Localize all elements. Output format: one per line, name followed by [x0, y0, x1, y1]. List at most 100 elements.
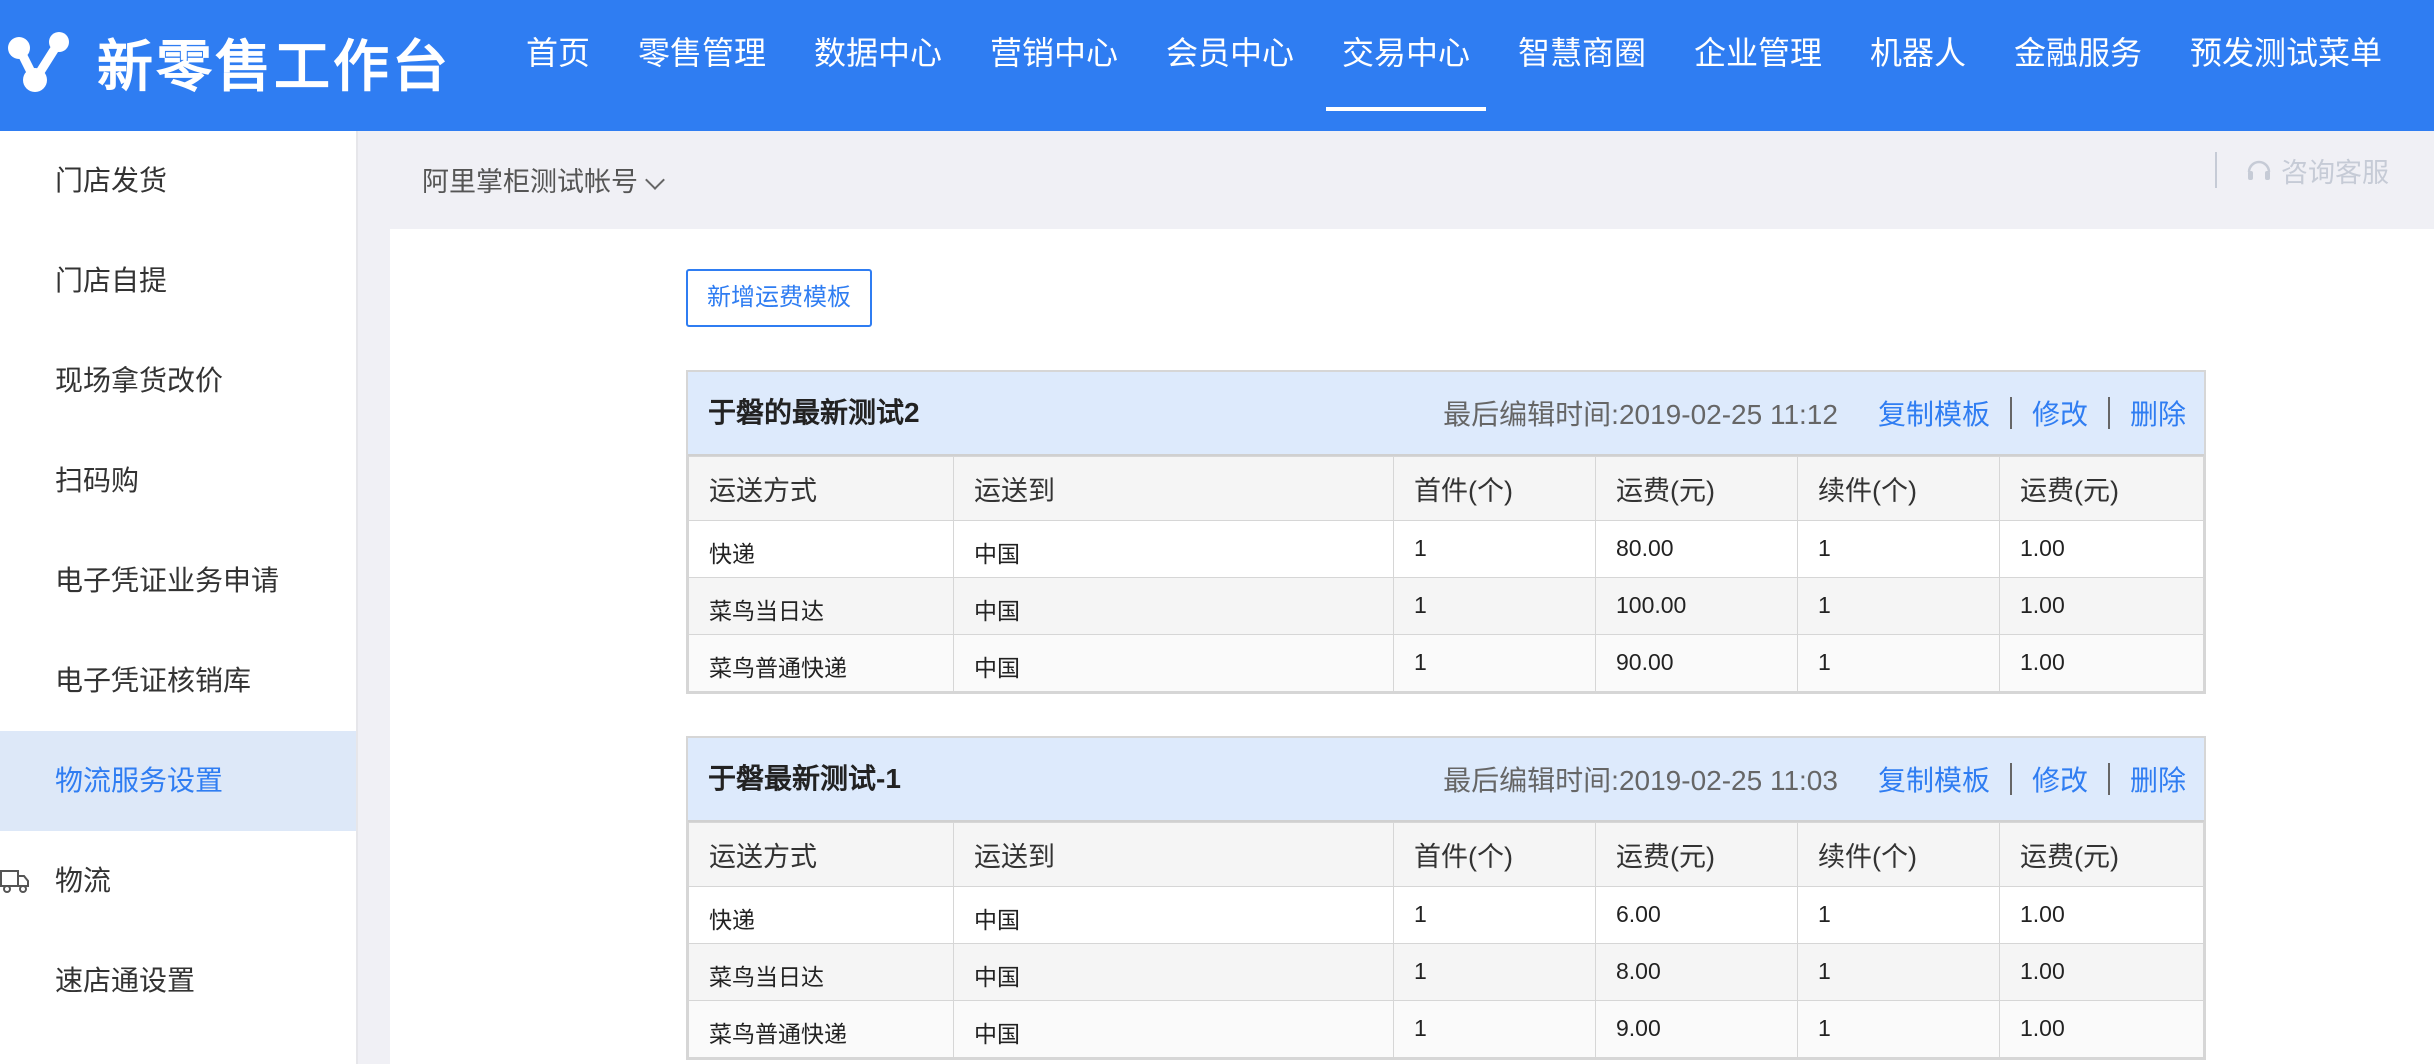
table-cell: 1.00 [1999, 943, 2204, 1001]
last-edited-time: 最后编辑时间:2019-02-25 11:12 [1443, 399, 1838, 430]
table-cell: 1 [1393, 1000, 1596, 1058]
table-cell: 1 [1393, 520, 1596, 578]
last-edited-time: 最后编辑时间:2019-02-25 11:03 [1443, 765, 1838, 796]
column-header: 首件(个) [1393, 456, 1596, 521]
table-cell: 80.00 [1595, 520, 1798, 578]
divider [2107, 763, 2110, 795]
sidebar-item-scan-to-buy[interactable]: 扫码购 [0, 431, 356, 531]
copy-template-link[interactable]: 复制模板 [1878, 393, 1990, 433]
table-cell: 1 [1797, 1000, 2000, 1058]
account-name: 阿里掌柜测试帐号 [422, 167, 638, 197]
nav-item-home[interactable]: 首页 [526, 0, 590, 131]
column-header: 运送方式 [688, 456, 954, 521]
edit-template-link[interactable]: 修改 [2032, 393, 2088, 433]
sidebar-item-label: 扫码购 [55, 465, 140, 496]
column-header: 运费(元) [1595, 456, 1798, 521]
table-cell: 8.00 [1595, 943, 1798, 1001]
template-meta: 最后编辑时间:2019-02-25 11:12 复制模板 修改 删除 [1443, 372, 2186, 454]
add-shipping-template-button[interactable]: 新增运费模板 [686, 269, 872, 327]
sidebar-item-e-voucher-apply[interactable]: 电子凭证业务申请 [0, 531, 356, 631]
table-cell: 1 [1393, 943, 1596, 1001]
table-cell: 中国 [953, 634, 1394, 692]
table-row: 菜鸟普通快递 中国 1 9.00 1 1.00 [688, 1000, 2204, 1058]
sidebar-item-label: 物流服务设置 [55, 765, 224, 796]
table-cell: 中国 [953, 886, 1394, 944]
table-cell: 1.00 [1999, 577, 2204, 635]
copy-template-link[interactable]: 复制模板 [1878, 759, 1990, 799]
column-header: 运送到 [953, 822, 1394, 887]
nav-item-robot[interactable]: 机器人 [1870, 0, 1966, 131]
table-cell: 1 [1393, 634, 1596, 692]
table-cell: 菜鸟普通快递 [688, 634, 954, 692]
table-row: 菜鸟当日达 中国 1 100.00 1 1.00 [688, 577, 2204, 635]
sidebar-item-store-shipping[interactable]: 门店发货 [0, 131, 356, 231]
table-cell: 1 [1393, 577, 1596, 635]
column-header: 运费(元) [1595, 822, 1798, 887]
table-row: 快递 中国 1 80.00 1 1.00 [688, 520, 2204, 578]
table-cell: 菜鸟当日达 [688, 577, 954, 635]
sidebar-item-speed-store-settings[interactable]: 速店通设置 [0, 931, 356, 1031]
nav-item-data[interactable]: 数据中心 [814, 0, 942, 131]
table-cell: 1.00 [1999, 886, 2204, 944]
column-header: 续件(个) [1797, 822, 2000, 887]
sidebar-item-label: 电子凭证核销库 [55, 665, 252, 696]
sidebar: 门店发货 门店自提 现场拿货改价 扫码购 电子凭证业务申请 电子凭证核销库 物流… [0, 131, 358, 1064]
template-meta: 最后编辑时间:2019-02-25 11:03 复制模板 修改 删除 [1443, 738, 2186, 820]
logo-icon [8, 32, 69, 92]
sidebar-item-e-voucher-library[interactable]: 电子凭证核销库 [0, 631, 356, 731]
table-cell: 快递 [688, 520, 954, 578]
column-header: 运费(元) [1999, 456, 2204, 521]
nav-item-trade[interactable]: 交易中心 [1326, 0, 1486, 131]
table-header-row: 运送方式 运送到 首件(个) 运费(元) 续件(个) 运费(元) [688, 822, 2204, 887]
template-table: 运送方式 运送到 首件(个) 运费(元) 续件(个) 运费(元) 快递 中国 1… [688, 822, 2204, 1058]
table-cell: 菜鸟当日达 [688, 943, 954, 1001]
shipping-template-card: 于磐的最新测试2 最后编辑时间:2019-02-25 11:12 复制模板 修改… [686, 370, 2206, 694]
top-navigation-bar: 新零售工作台 首页 零售管理 数据中心 营销中心 会员中心 交易中心 智慧商圈 … [0, 0, 2434, 131]
divider [2215, 152, 2217, 188]
template-name: 于磐的最新测试2 [708, 397, 920, 428]
table-header-row: 运送方式 运送到 首件(个) 运费(元) 续件(个) 运费(元) [688, 456, 2204, 521]
nav-item-pre-release-test[interactable]: 预发测试菜单 [2190, 0, 2382, 131]
account-selector[interactable]: 阿里掌柜测试帐号 [422, 160, 665, 199]
table-cell: 1 [1797, 577, 2000, 635]
nav-item-retail[interactable]: 零售管理 [638, 0, 766, 131]
truck-icon [0, 870, 29, 893]
column-header: 运费(元) [1999, 822, 2204, 887]
sidebar-item-logistics[interactable]: 物流 [0, 831, 356, 931]
table-cell: 1 [1797, 520, 2000, 578]
sidebar-item-label: 速店通设置 [55, 965, 196, 996]
table-cell: 1 [1797, 634, 2000, 692]
sidebar-item-store-pickup[interactable]: 门店自提 [0, 231, 356, 331]
table-cell: 1.00 [1999, 1000, 2204, 1058]
column-header: 运送到 [953, 456, 1394, 521]
table-row: 快递 中国 1 6.00 1 1.00 [688, 886, 2204, 944]
nav-item-enterprise[interactable]: 企业管理 [1694, 0, 1822, 131]
table-row: 菜鸟普通快递 中国 1 90.00 1 1.00 [688, 634, 2204, 692]
column-header: 续件(个) [1797, 456, 2000, 521]
delete-template-link[interactable]: 删除 [2130, 759, 2186, 799]
delete-template-link[interactable]: 删除 [2130, 393, 2186, 433]
sidebar-item-label: 门店自提 [55, 265, 168, 296]
app-logo[interactable]: 新零售工作台 [5, 22, 451, 102]
nav-item-business-circle[interactable]: 智慧商圈 [1518, 0, 1646, 131]
sidebar-item-label: 现场拿货改价 [55, 365, 224, 396]
sidebar-item-logistics-settings[interactable]: 物流服务设置 [0, 731, 356, 831]
nav-item-member[interactable]: 会员中心 [1166, 0, 1294, 131]
divider [2009, 397, 2012, 429]
table-cell: 9.00 [1595, 1000, 1798, 1058]
table-cell: 1 [1393, 886, 1596, 944]
table-row: 菜鸟当日达 中国 1 8.00 1 1.00 [688, 943, 2204, 1001]
table-cell: 100.00 [1595, 577, 1798, 635]
customer-service-link[interactable]: 咨询客服 [2215, 145, 2389, 195]
sidebar-item-label: 电子凭证业务申请 [55, 565, 280, 596]
table-cell: 中国 [953, 1000, 1394, 1058]
nav-item-marketing[interactable]: 营销中心 [990, 0, 1118, 131]
customer-service-label: 咨询客服 [2281, 157, 2389, 188]
nav-item-finance[interactable]: 金融服务 [2014, 0, 2142, 131]
table-cell: 90.00 [1595, 634, 1798, 692]
template-header: 于磐最新测试-1 最后编辑时间:2019-02-25 11:03 复制模板 修改… [688, 738, 2204, 822]
template-name: 于磐最新测试-1 [708, 763, 901, 794]
edit-template-link[interactable]: 修改 [2032, 759, 2088, 799]
template-header: 于磐的最新测试2 最后编辑时间:2019-02-25 11:12 复制模板 修改… [688, 372, 2204, 456]
sidebar-item-onsite-price-change[interactable]: 现场拿货改价 [0, 331, 356, 431]
